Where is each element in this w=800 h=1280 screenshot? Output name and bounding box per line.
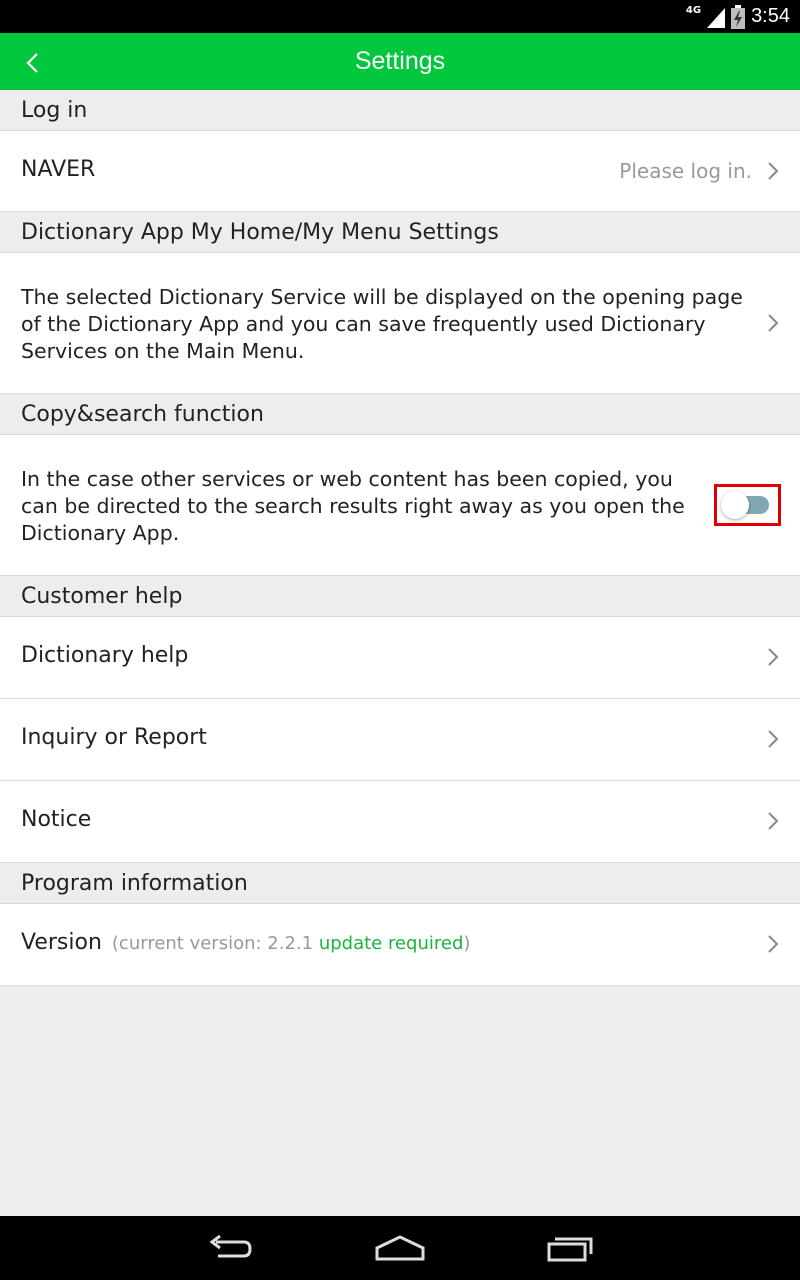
copy-search-description: In the case other services or web conten… [21, 467, 685, 545]
clock: 3:54 [751, 5, 790, 27]
dictionary-help-label: Dictionary help [21, 643, 189, 668]
inquiry-report-label: Inquiry or Report [21, 725, 207, 750]
signal-icon [707, 7, 726, 28]
back-button[interactable] [10, 41, 54, 85]
version-detail: (current version: 2.2.1 update required) [112, 933, 471, 954]
login-hint: Please log in. [619, 159, 752, 183]
version-label: Version [21, 930, 102, 955]
section-header-help: Customer help [0, 576, 800, 617]
version-row[interactable]: Version (current version: 2.2.1 update re… [0, 904, 800, 986]
status-icons: 4G 3:54 [686, 0, 790, 33]
chevron-right-icon [768, 648, 779, 666]
chevron-right-icon [768, 162, 779, 180]
section-header-copy: Copy&search function [0, 394, 800, 435]
home-menu-description: The selected Dictionary Service will be … [21, 285, 743, 363]
section-header-program: Program information [0, 863, 800, 904]
app-bar: Settings [0, 33, 800, 90]
version-close-text: ) [463, 933, 471, 954]
inquiry-report-row[interactable]: Inquiry or Report [0, 699, 800, 781]
chevron-right-icon [768, 935, 779, 953]
version-info: Version (current version: 2.2.1 update re… [21, 930, 470, 955]
page-title: Settings [354, 47, 446, 75]
status-bar: 4G 3:54 [0, 0, 800, 33]
back-arrow-icon [209, 1234, 252, 1258]
naver-login-row[interactable]: NAVER Please log in. [0, 131, 800, 212]
chevron-right-icon [768, 812, 779, 830]
copy-search-toggle[interactable] [714, 484, 781, 526]
version-open-text: (current version: 2.2.1 [111, 933, 319, 954]
section-header-home: Dictionary App My Home/My Menu Settings [0, 212, 800, 253]
dictionary-help-row[interactable]: Dictionary help [0, 617, 800, 699]
battery-icon [731, 4, 746, 29]
recents-icon [547, 1237, 593, 1262]
notice-row[interactable]: Notice [0, 781, 800, 863]
nav-home-button[interactable] [370, 1228, 430, 1268]
copy-search-row: In the case other services or web conten… [0, 435, 800, 576]
naver-label: NAVER [21, 157, 96, 182]
chevron-right-icon [768, 314, 779, 332]
nav-recents-button[interactable] [540, 1228, 600, 1268]
nav-back-button[interactable] [200, 1228, 260, 1268]
network-type: 4G [685, 5, 702, 16]
home-menu-settings-row[interactable]: The selected Dictionary Service will be … [0, 253, 800, 394]
toggle-knob [721, 491, 749, 519]
section-header-login: Log in [0, 90, 800, 131]
navigation-bar [0, 1216, 800, 1280]
home-icon [375, 1235, 425, 1261]
chevron-right-icon [768, 730, 779, 748]
notice-label: Notice [21, 807, 92, 832]
update-required-text: update required [318, 933, 464, 954]
chevron-left-icon [26, 53, 38, 73]
